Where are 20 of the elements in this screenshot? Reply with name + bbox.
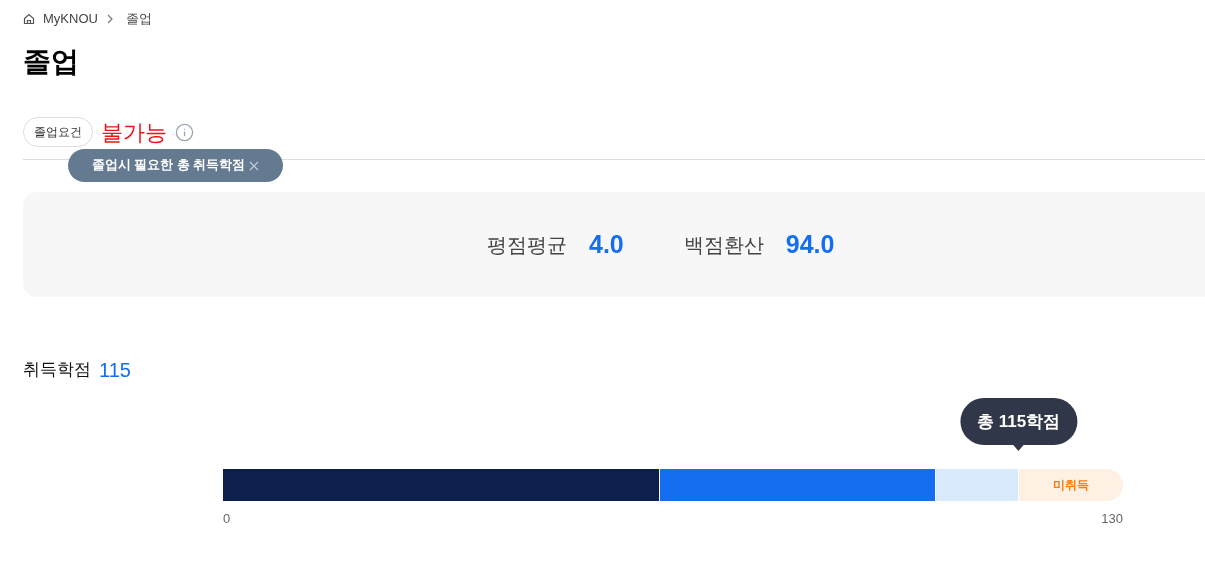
page-title: 졸업 bbox=[23, 45, 80, 79]
status-text: 불가능 bbox=[101, 118, 167, 147]
tooltip-text: 졸업시 필요한 총 취득학점 bbox=[92, 157, 246, 175]
info-icon[interactable] bbox=[175, 122, 194, 142]
axis-min: 0 bbox=[223, 510, 231, 528]
chevron-right-icon bbox=[105, 14, 114, 24]
credits-label: 취득학점 bbox=[23, 359, 91, 382]
breadcrumb-link[interactable]: MyKNOU bbox=[43, 9, 98, 29]
grade-value: 94.0 bbox=[785, 228, 835, 260]
breadcrumb-link[interactable]: 졸업 bbox=[125, 9, 152, 29]
grade-label: 평점평균 bbox=[487, 232, 567, 258]
total-bubble: 총 115학점 bbox=[960, 398, 1078, 445]
grade-label: 백점환산 bbox=[683, 232, 764, 258]
axis-max: 130 bbox=[1101, 510, 1123, 528]
credits-value: 115 bbox=[99, 358, 131, 383]
home-icon[interactable] bbox=[23, 13, 35, 25]
grade-value: 4.0 bbox=[589, 228, 624, 260]
close-icon[interactable] bbox=[249, 160, 260, 171]
bubble-pointer bbox=[1012, 444, 1025, 451]
remaining-label: 미취득 bbox=[1052, 477, 1089, 494]
